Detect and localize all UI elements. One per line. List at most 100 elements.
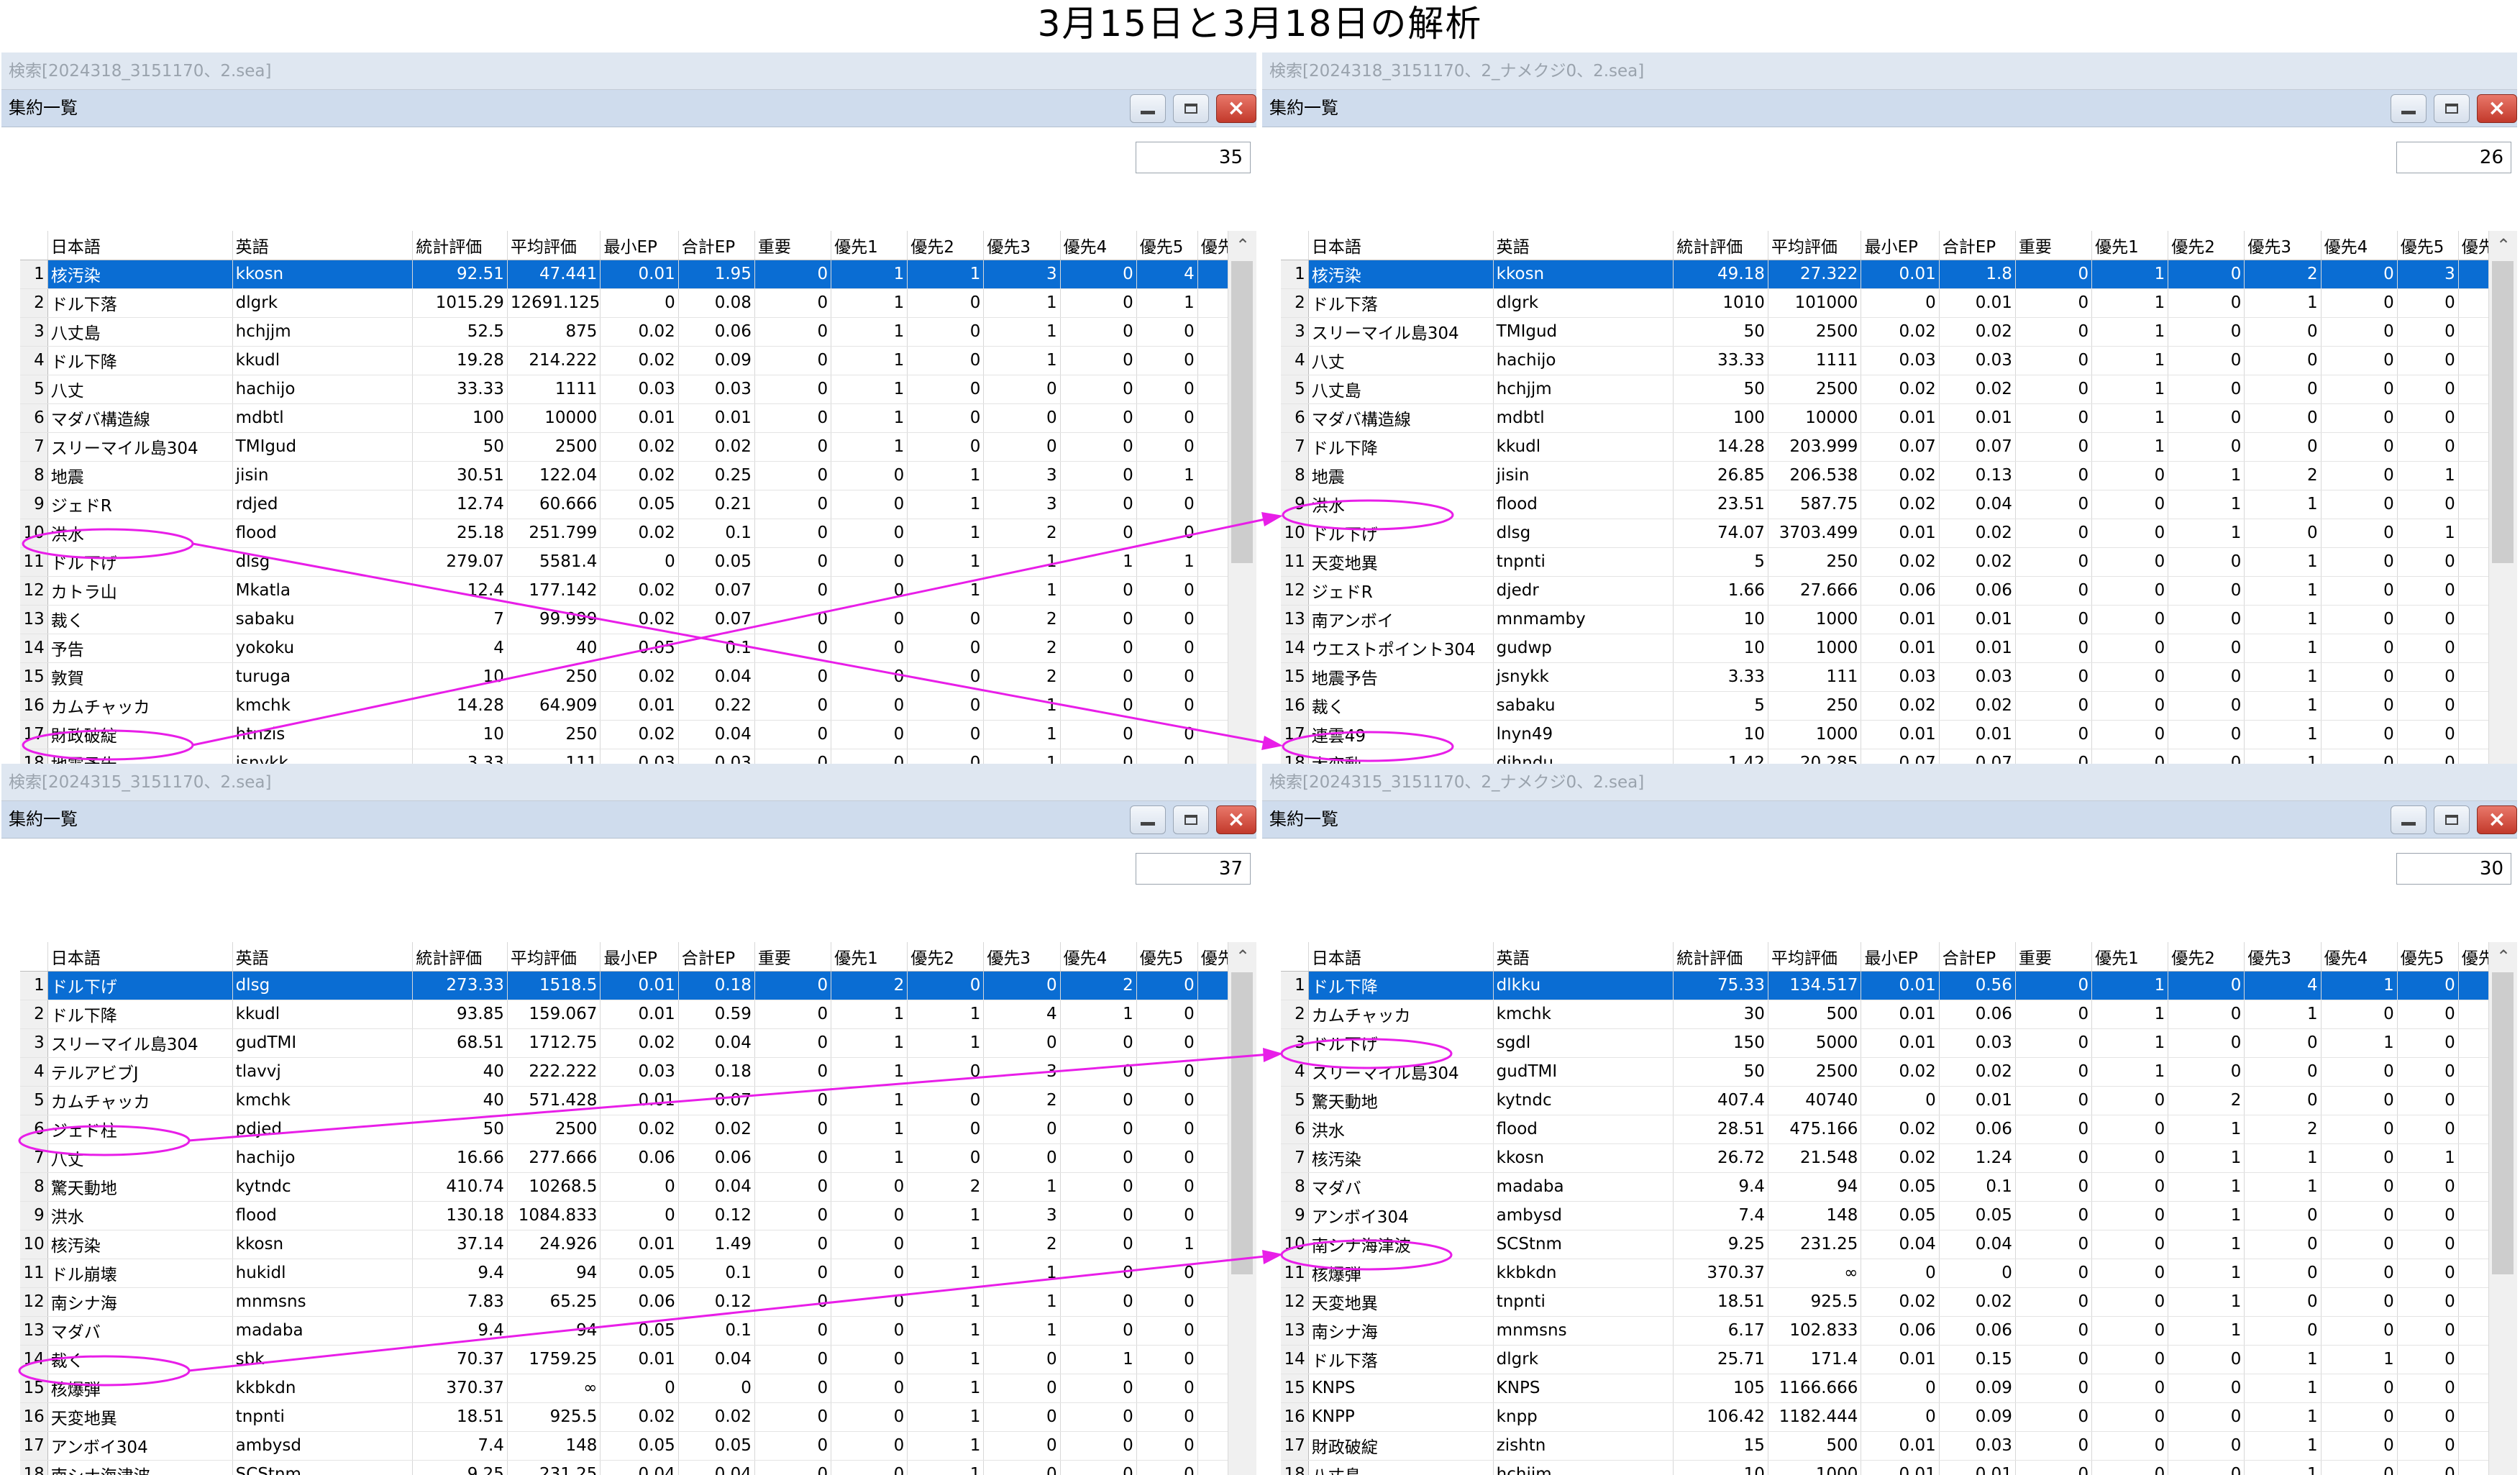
column-header[interactable]: 日本語 [1308,231,1494,260]
scroll-up-arrow-icon[interactable]: ⌃ [1228,231,1256,260]
close-button[interactable]: × [2477,94,2517,123]
table-row[interactable]: 3 スリーマイル島304 gudTMI 68.51 1712.75 0.02 0.04 0 1 1… [20,1028,1251,1058]
close-button[interactable]: × [1216,94,1256,123]
column-header[interactable]: 最小EP [1861,942,1940,972]
scroll-thumb[interactable] [2492,261,2514,563]
scroll-up-arrow-icon[interactable]: ⌃ [2489,942,2517,971]
table-row[interactable]: 18南シナ海津波SCStnm9.25231.250.040.04001000 [20,1460,1251,1475]
vertical-scrollbar[interactable]: ⌃⌄ [2488,942,2517,1475]
column-header[interactable]: 英語 [1493,231,1674,260]
table-row[interactable]: 11 天変地異 tnpnti 5 250 0.02 0.02 0 0 0 1 0 0 [1281,547,2511,577]
result-count-field[interactable]: 26 [2396,142,2511,173]
table-row[interactable]: 14 予告 yokoku 4 40 0.05 0.1 0 0 0 2 0 0 [20,634,1251,663]
column-header[interactable]: 優先4 [1060,942,1137,972]
table-row[interactable]: 13 南アンボイ mnmamby 10 1000 0.01 0.01 0 0 0 1 0 0 [1281,605,2511,634]
table-row[interactable]: 11 ドル下げ dlsg 279.07 5581.4 0 0.05 0 0 1 1 1 1 [20,547,1251,577]
column-header[interactable]: 平均評価 [1768,231,1862,260]
column-header[interactable]: 優先1 [831,942,908,972]
table-row[interactable]: 4 スリーマイル島304 gudTMI 50 2500 0.02 0.02 0 1 0 0 0 0 [1281,1057,2511,1087]
table-row[interactable]: 13 南シナ海 mnmsns 6.17 102.833 0.06 0.06 0 0 1 0 0 0 [1281,1316,2511,1346]
table-row[interactable]: 6 マダバ構造線 mdbtl 100 10000 0.01 0.01 0 1 0 0 0 0 [1281,403,2511,433]
table-row[interactable]: 7 ドル下降 kkudl 14.28 203.999 0.07 0.07 0 1 0 0 0 0 [1281,432,2511,462]
column-header[interactable]: 優先2 [907,231,985,260]
minimize-button[interactable] [2391,94,2427,123]
column-header[interactable]: 英語 [232,942,414,972]
vertical-scrollbar[interactable]: ⌃⌄ [1228,231,1256,764]
column-header[interactable]: 優先4 [2321,942,2398,972]
maximize-button[interactable] [1173,805,1209,834]
table-row[interactable]: 15 核爆弾 kkbkdn 370.37 ∞ 0 0 0 0 1 0 0 0 [20,1374,1251,1403]
column-header[interactable]: 優先1 [2091,942,2169,972]
column-header[interactable]: 優先4 [2321,231,2398,260]
table-row[interactable]: 4 八丈 hachijo 33.33 1111 0.03 0.03 0 1 0 0 0 0 [1281,346,2511,375]
column-header[interactable]: 優先5 [2397,942,2459,972]
scroll-thumb[interactable] [1231,972,1253,1274]
table-row[interactable]: 6 洪水 flood 28.51 475.166 0.02 0.06 0 0 1 2 0 0 [1281,1115,2511,1144]
table-row[interactable]: 7 核汚染 kkosn 26.72 21.548 0.02 1.24 0 0 1 1 0 1 [1281,1143,2511,1173]
table-row[interactable]: 18大変動dihndu1.4220.2850.070.07000100 [1281,749,2511,764]
scroll-thumb[interactable] [2492,972,2514,1274]
column-header[interactable]: 日本語 [47,942,233,972]
table-row[interactable]: 16 カムチャッカ kmchk 14.28 64.909 0.01 0.22 0 0 0 1 0 0 [20,691,1251,721]
column-header[interactable]: 合計EP [1939,942,2016,972]
table-row[interactable]: 8 地震 jisin 26.85 206.538 0.02 0.13 0 0 1 2 0 1 [1281,461,2511,490]
table-row[interactable]: 12 ジェドR djedr 1.66 27.666 0.06 0.06 0 0 0 1 0 0 [1281,576,2511,606]
column-header[interactable]: 優先5 [2397,231,2459,260]
minimize-button[interactable] [1130,94,1166,123]
maximize-button[interactable] [2434,94,2470,123]
column-header[interactable]: 統計評価 [412,942,508,972]
column-header[interactable]: 重要 [754,231,832,260]
table-row[interactable]: 7 スリーマイル島304 TMIgud 50 2500 0.02 0.02 0 1 0 0 0 0 [20,432,1251,462]
table-row[interactable]: 14 裁く sbk 70.37 1759.25 0.01 0.04 0 0 1 0 1 0 [20,1345,1251,1374]
column-header[interactable]: 優先1 [831,231,908,260]
table-row[interactable]: 7 八丈 hachijo 16.66 277.666 0.06 0.06 0 1 0 0 0 0 [20,1143,1251,1173]
table-row-selected[interactable]: 1 ドル下げ dlsg 273.33 1518.5 0.01 0.18 0 2 0 0 2 0 [20,971,1251,1000]
table-row[interactable]: 8 驚天動地 kytndc 410.74 10268.5 0 0.04 0 0 2 1 0 0 [20,1172,1251,1202]
table-row[interactable]: 3 スリーマイル島304 TMIgud 50 2500 0.02 0.02 0 1 0 0 0 0 [1281,317,2511,347]
table-row[interactable]: 4 ドル下降 kkudl 19.28 214.222 0.02 0.09 0 1 0 1 0 0 [20,346,1251,375]
column-header[interactable]: 統計評価 [1673,231,1768,260]
table-row[interactable]: 16 KNPP knpp 106.42 1182.444 0 0.09 0 0 0 1 0 0 [1281,1402,2511,1432]
column-header[interactable]: 最小EP [600,942,679,972]
column-header[interactable]: 優先3 [2244,942,2322,972]
column-header[interactable]: 平均評価 [1768,942,1862,972]
table-row[interactable]: 10 洪水 flood 25.18 251.799 0.02 0.1 0 0 1 2 0 0 [20,519,1251,548]
table-row[interactable]: 9 洪水 flood 130.18 1084.833 0 0.12 0 0 1 3 0 0 [20,1201,1251,1230]
scroll-thumb[interactable] [1231,261,1253,563]
maximize-button[interactable] [1173,94,1209,123]
table-row[interactable]: 17 連雲49 lnyn49 10 1000 0.01 0.01 0 0 0 1 0 0 [1281,720,2511,749]
minimize-button[interactable] [2391,805,2427,834]
column-header[interactable]: 合計EP [678,942,755,972]
table-row[interactable]: 18八丈島hchjjm1010000.010.01000100 [1281,1460,2511,1475]
table-row[interactable]: 2 ドル下降 kkudl 93.85 159.067 0.01 0.59 0 1 1 4 1 0 [20,1000,1251,1029]
column-header[interactable]: 合計EP [678,231,755,260]
scroll-up-arrow-icon[interactable]: ⌃ [1228,942,1256,971]
table-row[interactable]: 12 カトラ山 Mkatla 12.4 177.142 0.02 0.07 0 0 1 1 0 0 [20,576,1251,606]
table-row[interactable]: 17 アンボイ304 ambysd 7.4 148 0.05 0.05 0 0 1 0 0 0 [20,1431,1251,1461]
table-row[interactable]: 15 KNPS KNPS 105 1166.666 0 0.09 0 0 0 1 0 0 [1281,1374,2511,1403]
table-row[interactable]: 14 ドル下落 dlgrk 25.71 171.4 0.01 0.15 0 0 0 1 1 0 [1281,1345,2511,1374]
table-row[interactable]: 5 カムチャッカ kmchk 40 571.428 0.01 0.07 0 1 0 2 0 0 [20,1086,1251,1115]
table-row[interactable]: 4 テルアビブJ tlavvj 40 222.222 0.03 0.18 0 1 0 3 0 0 [20,1057,1251,1087]
table-row[interactable]: 17 財政破綻 zishtn 15 500 0.01 0.03 0 0 0 1 0 0 [1281,1431,2511,1461]
table-row[interactable]: 11 核爆弾 kkbkdn 370.37 ∞ 0 0 0 0 1 0 0 0 [1281,1259,2511,1288]
column-header[interactable]: 優先3 [983,231,1061,260]
table-row[interactable]: 10 核汚染 kkosn 37.14 24.926 0.01 1.49 0 0 1 2 0 1 [20,1230,1251,1259]
column-header[interactable]: 優先3 [2244,231,2322,260]
table-row[interactable]: 2 ドル下落 dlgrk 1015.29 12691.125 0 0.08 0 1 0 1 0 1 [20,288,1251,318]
result-count-field[interactable]: 35 [1136,142,1251,173]
column-header[interactable]: 最小EP [1861,231,1940,260]
table-row[interactable]: 15 地震予告 jsnykk 3.33 111 0.03 0.03 0 0 0 1 0 0 [1281,662,2511,692]
close-button[interactable]: × [1216,805,1256,834]
column-header[interactable]: 優先2 [907,942,985,972]
table-row-selected[interactable]: 1 核汚染 kkosn 92.51 47.441 0.01 1.95 0 1 1 3 0 4 [20,260,1251,289]
table-row[interactable]: 6 ジェド柱 pdjed 50 2500 0.02 0.02 0 1 0 0 0 0 [20,1115,1251,1144]
table-row[interactable]: 18地震予告jsnykk3.331110.030.03000100 [20,749,1251,764]
column-header[interactable]: 平均評価 [507,942,601,972]
column-header[interactable]: 平均評価 [507,231,601,260]
table-row[interactable]: 10 ドル下げ dlsg 74.07 3703.499 0.01 0.02 0 0 1 0 0 1 [1281,519,2511,548]
column-header[interactable]: 優先1 [2091,231,2169,260]
table-row[interactable]: 13 裁く sabaku 7 99.999 0.02 0.07 0 0 0 2 0 0 [20,605,1251,634]
table-row[interactable]: 3 ドル下げ sgdl 150 5000 0.01 0.03 0 1 0 0 1 0 [1281,1028,2511,1058]
table-row-selected[interactable]: 1 ドル下降 dlkku 75.33 134.517 0.01 0.56 0 1 0 4 1 0 [1281,971,2511,1000]
